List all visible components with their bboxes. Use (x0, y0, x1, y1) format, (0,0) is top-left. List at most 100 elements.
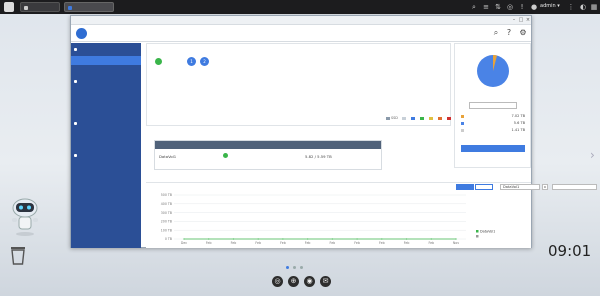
volume-table: DataVol1 5.82 / 5.59 TB (154, 140, 382, 170)
volume-capacity: 5.82 / 5.59 TB (305, 154, 332, 159)
x-tick-label: Feb (330, 241, 336, 245)
stat-used: 5.6 TB (461, 121, 525, 125)
user-icon[interactable]: ● (530, 3, 538, 11)
desktop-taskbar: ⌕ ≡ ⇅ ◎ ! ● admin ▾ ⋮ ◐ ▦ (0, 0, 600, 14)
iscsi-icon (74, 154, 77, 157)
y-tick-label: 300 TB (161, 211, 172, 215)
disk-2-icon[interactable]: 2 (200, 57, 209, 66)
x-tick-label: Feb (305, 241, 311, 245)
storage-space-panel: 7.02 TB 5.6 TB 1.41 TB (454, 43, 531, 168)
storage-icon (74, 80, 77, 83)
notification-icon[interactable]: ◎ (506, 3, 514, 11)
series-point (282, 238, 284, 240)
stat-free: 1.41 TB (461, 128, 525, 132)
legend-swatch (476, 230, 479, 233)
range-select[interactable] (552, 184, 597, 190)
storage-app-icon (68, 6, 72, 10)
stat-value: 7.02 TB (511, 114, 525, 118)
dock-app-icon[interactable]: ◎ (272, 276, 283, 287)
more-icon[interactable]: ⋮ (567, 3, 575, 11)
app-icon (24, 6, 28, 10)
disk-1-icon[interactable]: 1 (187, 57, 196, 66)
y-tick-label: 500 TB (161, 193, 172, 197)
capacity-pie-chart (477, 55, 509, 87)
desktop-clock: 09:01 (548, 242, 592, 260)
taskbar-tab-2[interactable] (64, 2, 114, 12)
storage-logo-icon (76, 28, 87, 39)
stat-total: 7.02 TB (461, 114, 525, 118)
x-tick-label: Feb (255, 241, 261, 245)
x-tick-label: Feb (280, 241, 286, 245)
y-tick-label: 200 TB (161, 220, 172, 224)
sidebar (71, 43, 141, 248)
page-dot[interactable] (300, 266, 303, 269)
series-point (405, 238, 408, 240)
series-point (331, 238, 333, 240)
calendar-icon[interactable]: ▫ (542, 184, 548, 190)
event-icon[interactable]: ! (518, 3, 526, 11)
next-page-icon[interactable]: › (590, 148, 595, 162)
stat-swatch (461, 128, 464, 132)
x-tick-label: Feb (206, 241, 212, 245)
series-point (381, 238, 383, 240)
series-point (232, 238, 235, 240)
volume-name: DataVol1 (159, 154, 177, 159)
dashboard-icon[interactable]: ◐ (579, 3, 587, 11)
search-icon[interactable]: ⌕ (470, 3, 478, 11)
gear-icon[interactable]: ⚙ (518, 28, 528, 38)
series-point (183, 238, 185, 240)
recycle-bin-icon[interactable] (10, 245, 26, 265)
series-point (208, 238, 210, 240)
minimize-icon[interactable]: – (511, 17, 517, 23)
usage-line-chart: 500 TB 400 TB 300 TB 200 TB 100 TB 0 TB Dec Feb… (161, 193, 496, 245)
y-tick-label: 400 TB (161, 202, 172, 206)
x-tick-label: Feb (354, 241, 360, 245)
dock-app-icon[interactable]: ✉ (320, 276, 331, 287)
page-dot[interactable] (293, 266, 296, 269)
overview-icon (74, 48, 77, 51)
help-icon[interactable]: ? (504, 28, 514, 38)
series-point (455, 238, 457, 240)
legend-swatch (386, 116, 390, 120)
x-tick-label: Dec (181, 241, 187, 245)
external-device-icon[interactable]: ⇅ (494, 3, 502, 11)
usage-chart-panel: DataVol1 ▫ 500 TB 400 TB 300 TB 200 TB 100 T… (146, 182, 597, 248)
app-grid-icon[interactable]: ▦ (590, 3, 598, 11)
status-ok-icon (223, 153, 228, 158)
disk-legend: SSD (383, 116, 452, 120)
used-percentage-bar (461, 145, 525, 152)
legend-label-datavol1: DataVol1 (480, 230, 495, 234)
close-icon[interactable]: × (525, 17, 531, 23)
series-point (430, 238, 432, 240)
y-tick-label: 100 TB (161, 228, 172, 232)
search-icon[interactable]: ⌕ (491, 28, 501, 38)
sidebar-item-storage[interactable] (71, 56, 141, 65)
taskbar-tab-1[interactable] (20, 2, 60, 12)
y-tick-label: 0 TB (165, 237, 172, 241)
stat-value: 5.6 TB (513, 121, 525, 125)
series-point (356, 238, 358, 240)
legend-swatch (476, 235, 479, 238)
legend-swatch (438, 116, 443, 120)
dock-app-icon[interactable]: ◉ (304, 276, 315, 287)
user-menu[interactable]: admin ▾ (540, 3, 560, 9)
pool-select[interactable] (469, 102, 517, 109)
stat-swatch (461, 121, 464, 125)
background-task-icon[interactable]: ≡ (482, 3, 490, 11)
status-ok-icon (155, 58, 162, 65)
x-tick-label: Feb (379, 241, 385, 245)
helpdesk-robot-icon[interactable] (8, 196, 42, 238)
dock-app-icon[interactable]: ⊕ (288, 276, 299, 287)
home-button[interactable] (4, 2, 14, 12)
storage-pool-panel: 1 2 SSD (146, 43, 452, 126)
page-dot-active[interactable] (286, 266, 289, 269)
storage-manager-window: – □ × ⌕ ? ⚙ 1 2 SSD 7.02 TB 5.6 TB 1.41 … (70, 15, 597, 248)
snapshot-icon (74, 122, 77, 125)
maximize-icon[interactable]: □ (518, 17, 524, 23)
window-titlebar[interactable]: – □ × (71, 16, 531, 25)
volume-table-header (155, 141, 381, 149)
x-tick-label: Feb (428, 241, 434, 245)
legend-swatch (402, 116, 406, 120)
legend-swatch (447, 116, 452, 120)
legend-swatch (420, 116, 425, 120)
